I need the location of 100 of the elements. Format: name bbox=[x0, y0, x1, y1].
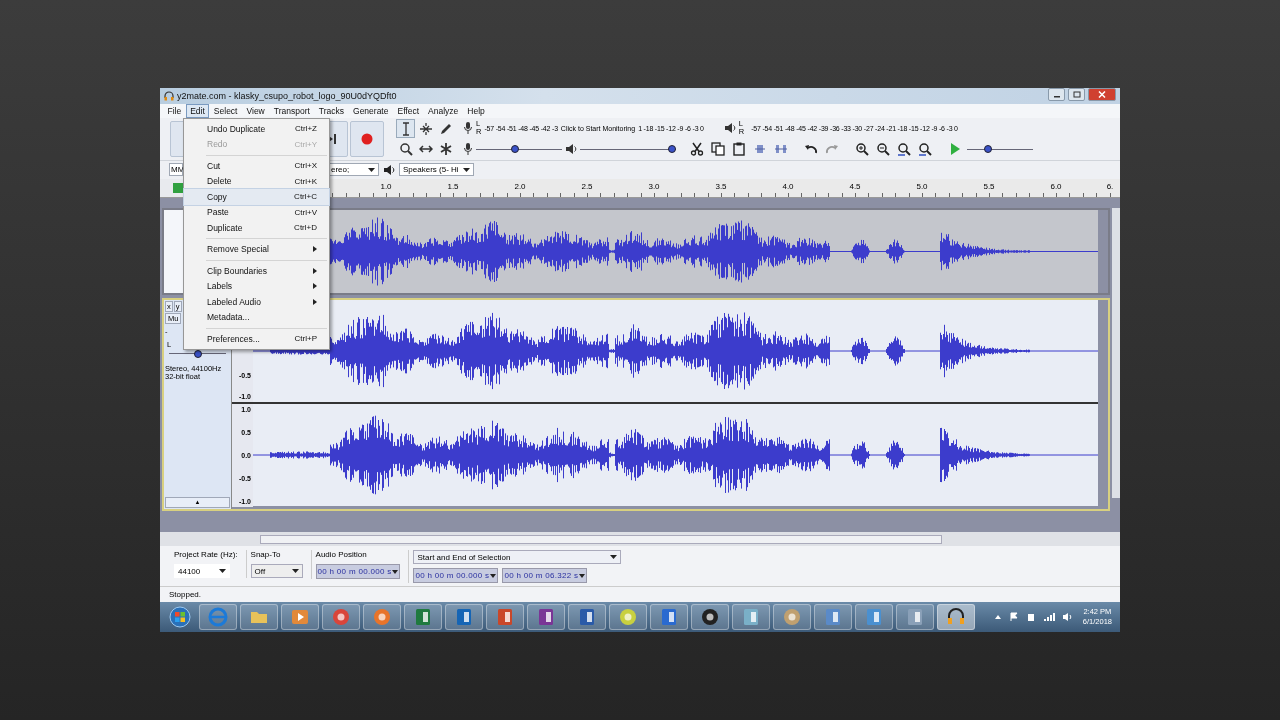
menu-item[interactable]: Transport bbox=[269, 103, 315, 118]
menu-entry[interactable]: Labels bbox=[184, 278, 329, 294]
taskbar-button[interactable] bbox=[404, 604, 442, 631]
menu-entry[interactable]: Duplicate Ctrl+D bbox=[184, 220, 329, 236]
taskbar-button[interactable] bbox=[609, 604, 647, 631]
menu-item[interactable]: Analyze bbox=[423, 103, 463, 118]
scissors-icon bbox=[690, 142, 704, 157]
maximize-icon bbox=[1072, 91, 1081, 99]
menu-item[interactable]: Help bbox=[462, 103, 490, 118]
taskbar-button[interactable] bbox=[281, 604, 319, 631]
playback-device-dropdown[interactable]: Speakers (5- Hi bbox=[399, 163, 474, 177]
zoom-button[interactable] bbox=[895, 140, 913, 159]
recording-device-dropdown[interactable]: ereo; bbox=[327, 163, 379, 177]
status-text: Stopped. bbox=[169, 590, 202, 600]
ruler-label: 6. bbox=[1105, 181, 1115, 191]
menu-entry[interactable]: Paste Ctrl+V bbox=[184, 204, 329, 220]
copy-button[interactable] bbox=[709, 140, 727, 159]
menu-item[interactable]: Generate bbox=[348, 103, 393, 118]
copy-icon bbox=[711, 142, 725, 157]
signal-icon[interactable] bbox=[1042, 612, 1055, 623]
taskbar-button[interactable] bbox=[732, 604, 770, 631]
caret-icon bbox=[490, 573, 497, 578]
time-field[interactable]: 00 h 00 m 00.000 s bbox=[413, 568, 499, 584]
taskbar-button[interactable] bbox=[896, 604, 934, 631]
ruler-label: 6.0 bbox=[1049, 181, 1063, 191]
menu-entry[interactable]: Metadata... bbox=[184, 309, 329, 325]
menu-entry[interactable]: Cut Ctrl+X bbox=[184, 158, 329, 174]
menu-item[interactable]: Select bbox=[209, 103, 242, 118]
pencil-icon bbox=[438, 121, 453, 136]
menu-item[interactable]: File bbox=[163, 103, 186, 118]
menu-item[interactable]: View bbox=[242, 103, 270, 118]
taskbar-button[interactable] bbox=[445, 604, 483, 631]
speaker-icon[interactable] bbox=[723, 122, 736, 135]
record-icon bbox=[700, 607, 720, 628]
menu-entry-label: Labels bbox=[207, 281, 233, 292]
circle-icon bbox=[372, 607, 392, 628]
flag-icon[interactable] bbox=[1008, 612, 1019, 623]
zoom-selection-icon bbox=[918, 142, 932, 157]
zoom-button[interactable] bbox=[916, 140, 934, 159]
taskbar-button[interactable] bbox=[486, 604, 524, 631]
ruler-label: 2.5 bbox=[580, 181, 594, 191]
submenu-arrow-icon bbox=[313, 267, 317, 274]
taskbar-button[interactable] bbox=[814, 604, 852, 631]
ruler-label: 1.5 bbox=[446, 181, 460, 191]
menu-entry-label: Clip Boundaries bbox=[207, 265, 267, 276]
power-icon[interactable] bbox=[1025, 612, 1036, 623]
menu-entry-label: Duplicate bbox=[207, 222, 243, 233]
minimize-button[interactable] bbox=[1048, 88, 1065, 102]
zoom-out-icon bbox=[876, 142, 890, 157]
taskbar-button[interactable] bbox=[773, 604, 811, 631]
snap-to-label: Snap-To bbox=[250, 550, 282, 561]
taskbar-button[interactable] bbox=[527, 604, 565, 631]
shortcut-label: Ctrl+Z bbox=[295, 124, 317, 134]
project-rate-dropdown[interactable]: 44100 bbox=[174, 564, 230, 579]
play-icon bbox=[948, 142, 962, 157]
menu-entry-label: Redo bbox=[207, 139, 228, 150]
microphone-icon[interactable] bbox=[463, 121, 473, 136]
taskbar-button[interactable] bbox=[363, 604, 401, 631]
menu-entry[interactable]: Clip Boundaries bbox=[184, 263, 329, 279]
horizontal-scrollbar[interactable] bbox=[160, 532, 1120, 547]
taskbar-button[interactable] bbox=[650, 604, 688, 631]
vertical-scrollbar[interactable] bbox=[1112, 207, 1120, 498]
menu-entry-label: Paste bbox=[207, 207, 229, 218]
menu-item[interactable]: Tracks bbox=[314, 103, 349, 118]
project-rate-label: Project Rate (Hz): bbox=[174, 550, 238, 561]
shortcut-label: Ctrl+D bbox=[294, 223, 317, 233]
up-arrow-icon[interactable] bbox=[993, 613, 1002, 622]
pin-icon[interactable] bbox=[172, 181, 184, 194]
taskbar-button[interactable] bbox=[691, 604, 729, 631]
menu-entry-label: Copy bbox=[207, 191, 227, 202]
close-button[interactable] bbox=[1088, 88, 1116, 102]
document-icon bbox=[741, 607, 761, 628]
time-field[interactable]: 00 h 00 m 00.000 s bbox=[315, 564, 401, 580]
menu-item[interactable]: Effect bbox=[392, 103, 424, 118]
document-icon bbox=[495, 607, 515, 628]
ruler-label: 2.0 bbox=[513, 181, 527, 191]
caret-icon bbox=[610, 555, 618, 560]
menu-entry[interactable]: Copy Ctrl+C bbox=[184, 189, 329, 205]
selection-tool[interactable] bbox=[396, 119, 415, 139]
taskbar-button[interactable] bbox=[568, 604, 606, 631]
time-field[interactable]: 00 h 00 m 06.322 s bbox=[502, 568, 588, 584]
snap-to-dropdown[interactable]: Off bbox=[250, 564, 303, 579]
submenu-arrow-icon bbox=[313, 298, 317, 305]
transport-button[interactable] bbox=[350, 120, 384, 157]
paste-button[interactable] bbox=[730, 140, 748, 159]
menu-entry[interactable]: Preferences... Ctrl+P bbox=[184, 331, 329, 347]
palette-icon bbox=[782, 607, 802, 628]
menu-entry[interactable]: Remove Special bbox=[184, 241, 329, 257]
shortcut-label: Ctrl+V bbox=[294, 207, 317, 217]
cut-button[interactable] bbox=[688, 140, 706, 159]
taskbar-button[interactable] bbox=[937, 604, 975, 631]
zoom-in-icon bbox=[855, 142, 869, 157]
selection-mode-dropdown[interactable]: Start and End of Selection bbox=[413, 550, 622, 565]
menu-entry-label: Undo Duplicate bbox=[207, 123, 266, 134]
taskbar-button[interactable] bbox=[322, 604, 360, 631]
speaker-icon[interactable] bbox=[1061, 612, 1074, 623]
menu-entry[interactable]: Labeled Audio bbox=[184, 294, 329, 310]
menu-entry-label: Labeled Audio bbox=[207, 296, 261, 307]
taskbar-button[interactable] bbox=[855, 604, 893, 631]
menu-entry[interactable]: Undo Duplicate Ctrl+Z bbox=[184, 121, 329, 137]
